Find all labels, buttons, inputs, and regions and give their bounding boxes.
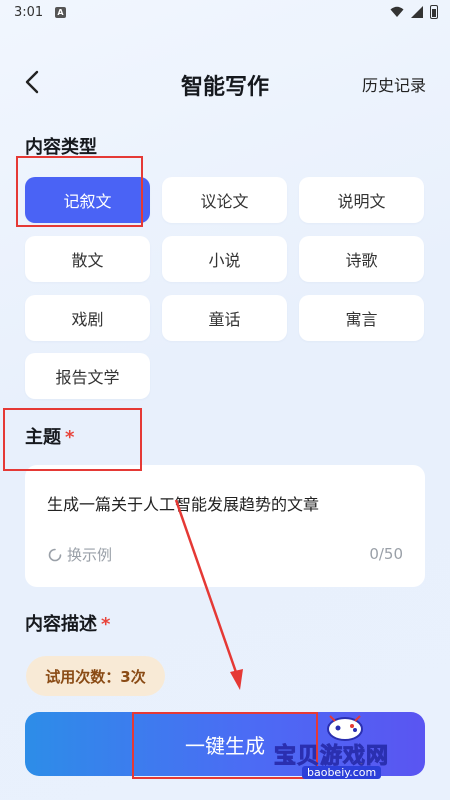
generate-button[interactable]: 一键生成: [25, 712, 425, 776]
trial-count-badge: 试用次数：3次: [26, 656, 165, 696]
required-mark: *: [65, 427, 75, 448]
char-counter: 0/50: [369, 545, 403, 563]
status-time: 3:01: [14, 5, 44, 20]
content-type-label-text: 内容类型: [25, 137, 97, 158]
signal-icon: [411, 6, 423, 18]
change-example-label: 换示例: [67, 546, 113, 564]
topic-label: 主题 *: [25, 423, 74, 449]
refresh-icon: [48, 548, 62, 561]
chip-prose[interactable]: 散文: [25, 236, 150, 282]
required-mark: *: [101, 614, 111, 635]
chip-reportage[interactable]: 报告文学: [25, 353, 150, 399]
notification-icon: A: [55, 7, 66, 18]
description-label: 内容描述 *: [25, 610, 110, 636]
description-label-text: 内容描述: [25, 614, 97, 635]
topic-label-text: 主题: [25, 427, 61, 448]
chip-expository[interactable]: 说明文: [299, 177, 424, 223]
chip-argumentative[interactable]: 议论文: [162, 177, 287, 223]
topic-input-card[interactable]: 生成一篇关于人工智能发展趋势的文章 换示例 0/50: [25, 465, 425, 587]
topic-input[interactable]: 生成一篇关于人工智能发展趋势的文章: [47, 491, 319, 515]
content-type-label: 内容类型: [25, 133, 97, 159]
status-icons: [390, 5, 438, 19]
chip-narrative[interactable]: 记叙文: [25, 177, 150, 223]
app-header: 智能写作 历史记录: [0, 55, 450, 111]
generate-button-label: 一键生成: [185, 733, 265, 758]
battery-icon: [430, 5, 438, 19]
status-bar: 3:01 A: [0, 0, 450, 26]
chip-poetry[interactable]: 诗歌: [299, 236, 424, 282]
chip-drama[interactable]: 戏剧: [25, 295, 150, 341]
chip-fairy-tale[interactable]: 童话: [162, 295, 287, 341]
wifi-icon: [390, 6, 404, 17]
change-example-button[interactable]: 换示例: [47, 544, 112, 565]
chip-fable[interactable]: 寓言: [299, 295, 424, 341]
history-button[interactable]: 历史记录: [362, 72, 426, 96]
chip-novel[interactable]: 小说: [162, 236, 287, 282]
